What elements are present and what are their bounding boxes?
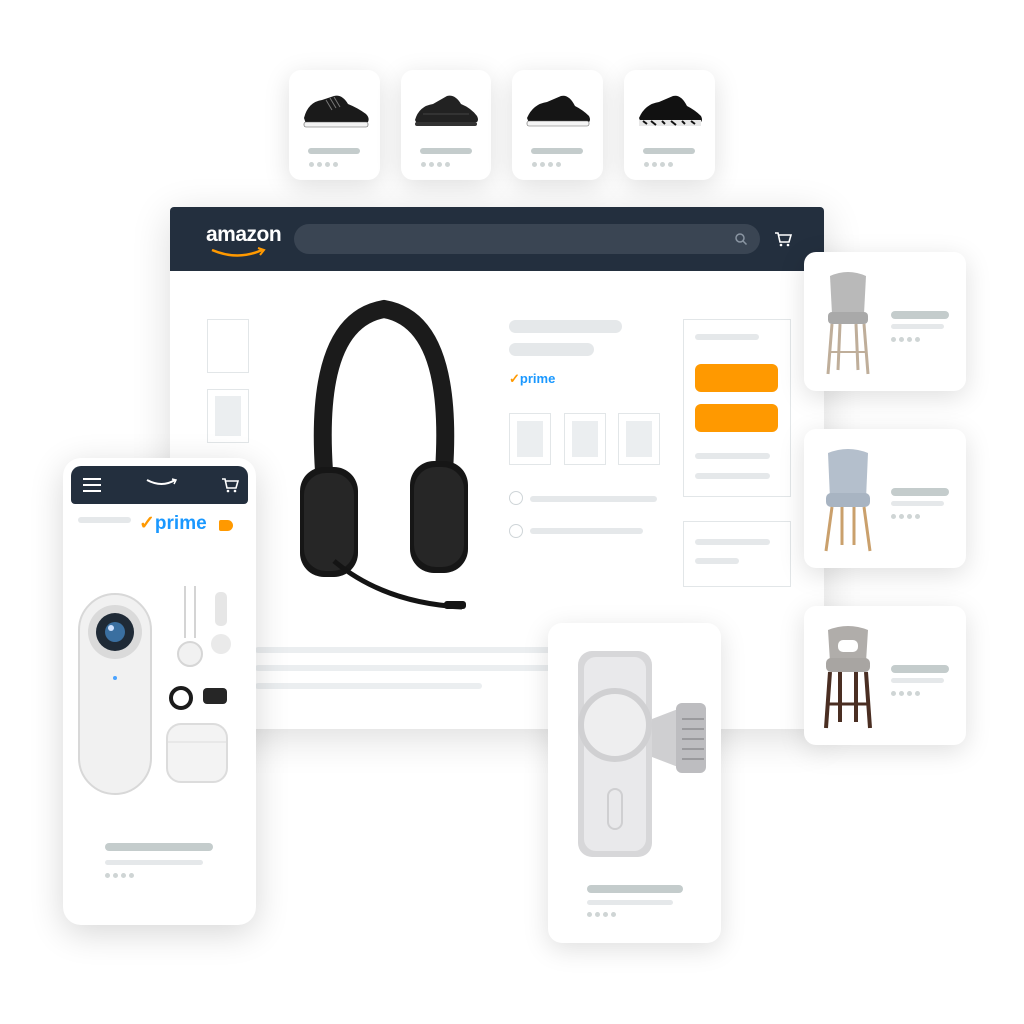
car-mount-image xyxy=(574,649,714,866)
thumbnail-2[interactable] xyxy=(207,389,249,443)
prime-badge: ✓prime xyxy=(139,513,207,534)
amazon-smile-logo[interactable] xyxy=(145,478,179,488)
prime-badge: ✓prime xyxy=(509,371,556,386)
radio-option-1[interactable] xyxy=(509,491,523,505)
desktop-header: amazon xyxy=(170,207,824,271)
shoe-card-1[interactable] xyxy=(289,70,380,180)
desktop-product-page: amazon ✓prime xyxy=(170,207,824,729)
menu-icon[interactable] xyxy=(83,478,101,492)
dining-chair-image xyxy=(820,449,876,558)
mobile-product-page: ✓prime xyxy=(63,458,256,925)
prime-tag-icon xyxy=(219,520,233,531)
variant-option-1[interactable] xyxy=(509,413,551,465)
action-camera-kit-image xyxy=(75,582,241,807)
chair-card-2[interactable] xyxy=(804,429,966,568)
logo-text: amazon xyxy=(206,223,282,246)
variant-option-2[interactable] xyxy=(564,413,606,465)
shoe-card-2[interactable] xyxy=(401,70,491,180)
sneaker-image xyxy=(512,88,603,134)
car-mount-card[interactable] xyxy=(548,623,721,943)
search-icon[interactable] xyxy=(734,232,748,246)
sneaker-image xyxy=(289,88,380,134)
chair-card-1[interactable] xyxy=(804,252,966,391)
thumbnail-1[interactable] xyxy=(207,319,249,373)
smile-arrow-icon xyxy=(211,247,266,257)
cart-icon[interactable] xyxy=(774,231,792,247)
sneaker-image xyxy=(624,88,715,134)
chair-card-3[interactable] xyxy=(804,606,966,745)
variant-option-3[interactable] xyxy=(618,413,660,465)
shoe-card-3[interactable] xyxy=(512,70,603,180)
cart-icon[interactable] xyxy=(221,477,239,493)
radio-option-2[interactable] xyxy=(509,524,523,538)
headphones-image xyxy=(294,291,474,621)
add-to-cart-button[interactable] xyxy=(695,364,778,392)
mobile-header xyxy=(71,466,248,504)
shoe-card-4[interactable] xyxy=(624,70,715,180)
bar-stool-image xyxy=(820,270,876,381)
buy-now-button[interactable] xyxy=(695,404,778,432)
amazon-logo[interactable]: amazon xyxy=(206,223,286,259)
sneaker-image xyxy=(401,88,491,134)
bar-stool-dark-image xyxy=(820,626,876,735)
search-input[interactable] xyxy=(294,224,760,254)
buy-box xyxy=(683,319,791,497)
secondary-box xyxy=(683,521,791,587)
